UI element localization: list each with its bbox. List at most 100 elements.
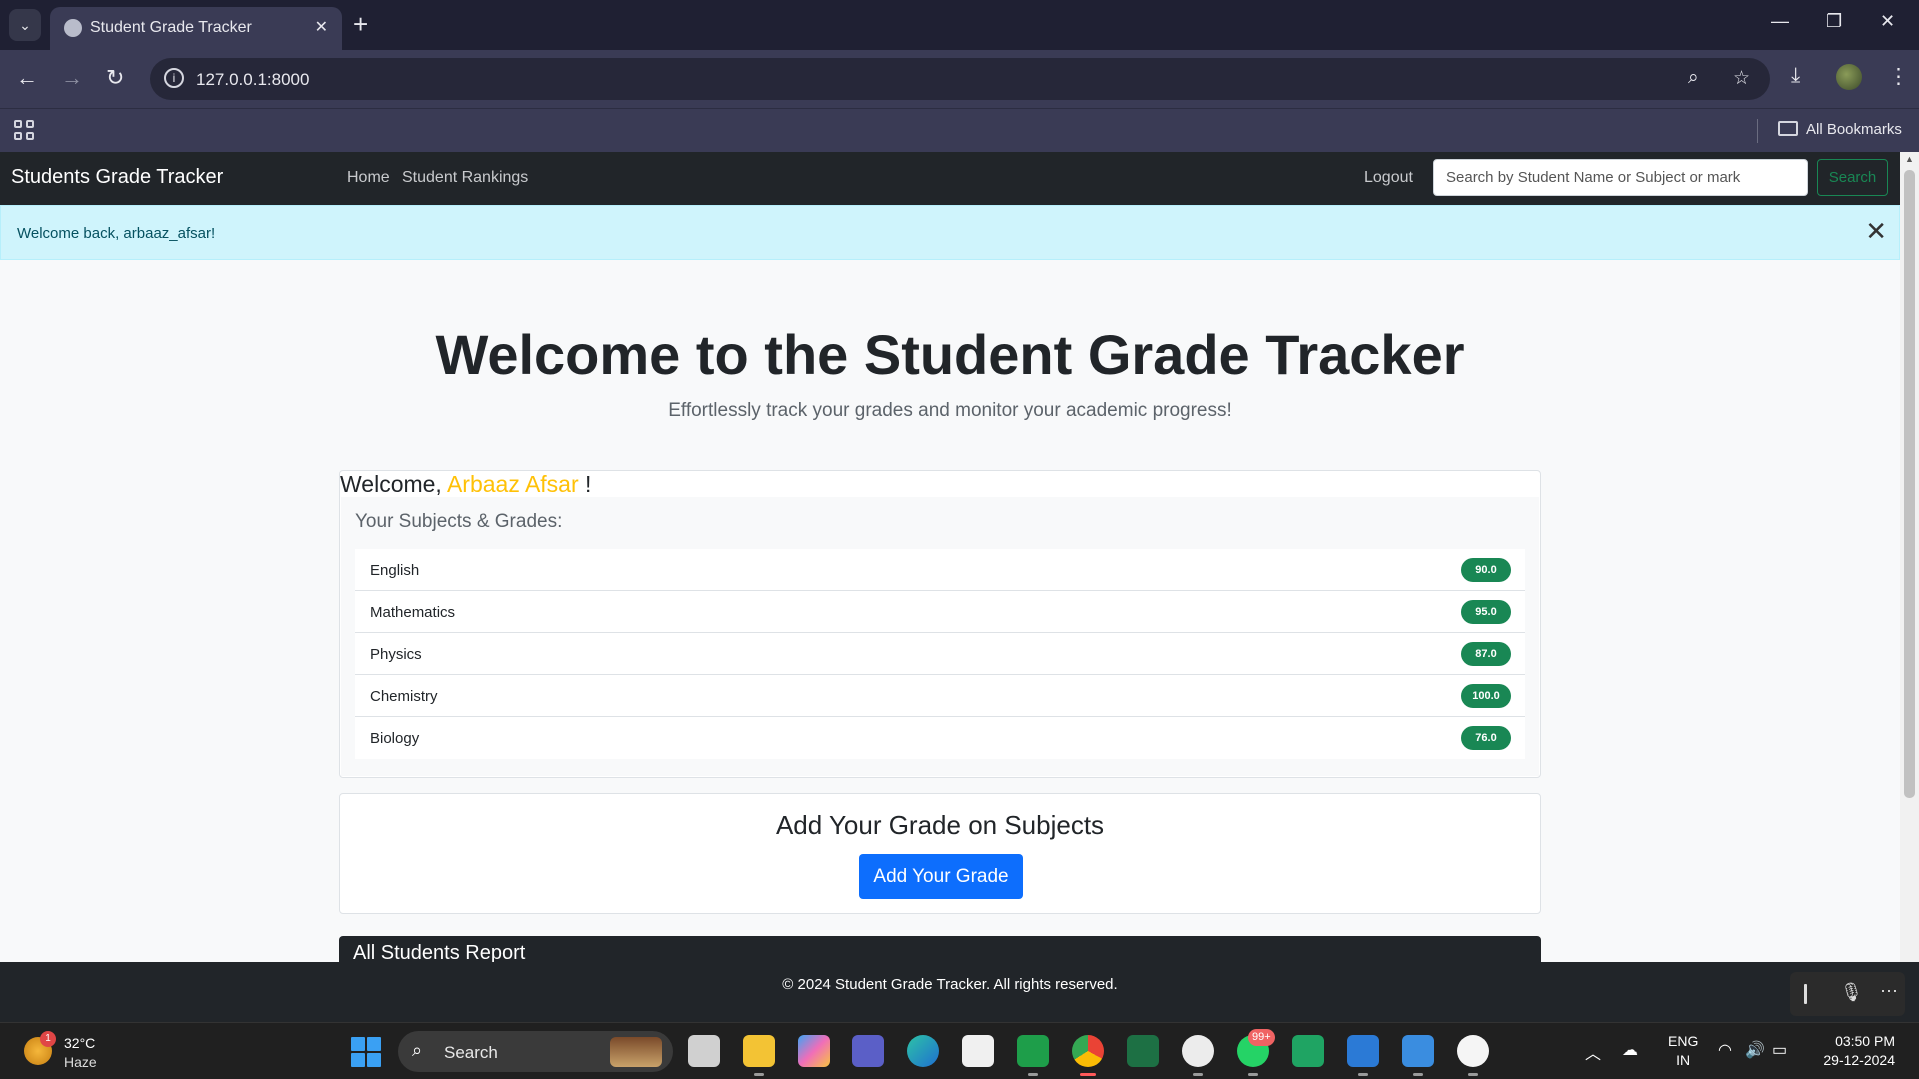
browser-tab-active[interactable]: Student Grade Tracker ✕ <box>50 7 342 50</box>
tab-search-chevron-icon[interactable]: ⌄ <box>9 9 41 41</box>
url-text[interactable]: 127.0.0.1:8000 <box>196 70 309 90</box>
apps-grid-icon[interactable] <box>14 120 34 140</box>
tab-title: Student Grade Tracker <box>90 19 252 36</box>
welcome-alert: Welcome back, arbaaz_afsar! ✕ <box>0 205 1900 260</box>
google-sheets-icon[interactable] <box>1292 1035 1324 1067</box>
app-navbar: Students Grade Tracker Home Student Rank… <box>0 152 1900 205</box>
minimize-icon[interactable]: — <box>1771 11 1789 32</box>
wifi-icon[interactable]: ◠ <box>1718 1040 1732 1060</box>
footer-text: © 2024 Student Grade Tracker. All rights… <box>782 976 1118 993</box>
all-students-report-header: All Students Report <box>339 936 1541 962</box>
scroll-up-arrow-icon[interactable]: ▲ <box>1905 154 1914 164</box>
app-launcher-icon[interactable] <box>1402 1035 1434 1076</box>
new-tab-plus-icon[interactable]: + <box>353 10 368 38</box>
welcome-prefix: Welcome, <box>340 471 442 497</box>
browser-toolbar: ← → ↻ i 127.0.0.1:8000 ⌕ ☆ ⤓ ⋮ <box>0 50 1919 108</box>
subject-name: English <box>370 562 420 579</box>
weather-badge: 1 <box>40 1031 56 1047</box>
add-grade-title: Add Your Grade on Subjects <box>775 810 1105 840</box>
nav-link-student-rankings[interactable]: Student Rankings <box>402 169 528 187</box>
taskbar-search-label: Search <box>444 1043 498 1062</box>
bookmark-star-icon[interactable]: ☆ <box>1733 67 1750 90</box>
microsoft-store-icon[interactable] <box>962 1035 994 1067</box>
grade-badge: 100.0 <box>1461 684 1511 708</box>
bookmarks-divider <box>1757 119 1758 143</box>
zoom-icon[interactable]: ⌕ <box>1688 67 1699 89</box>
grade-row-mathematics: Mathematics 95.0 <box>355 591 1525 633</box>
taskbar-search[interactable]: ⌕ Search <box>398 1031 673 1072</box>
restore-icon[interactable]: ❐ <box>1826 11 1842 32</box>
tab-close-icon[interactable]: ✕ <box>315 17 328 37</box>
alert-message: Welcome back, arbaaz_afsar! <box>17 225 216 242</box>
whatsapp-badge: 99+ <box>1248 1029 1275 1046</box>
onedrive-icon[interactable]: ☁ <box>1622 1040 1638 1060</box>
weather-temp: 32°C <box>64 1035 96 1051</box>
folder-icon <box>1778 121 1798 136</box>
more-dots-icon[interactable]: ⋯ <box>1880 981 1898 1002</box>
page-viewport: Students Grade Tracker Home Student Rank… <box>0 152 1900 962</box>
excel-icon[interactable] <box>1127 1035 1159 1067</box>
windows-start-icon[interactable] <box>351 1037 381 1067</box>
grade-list: English 90.0 Mathematics 95.0 Physics 87… <box>355 549 1525 759</box>
grade-row-english: English 90.0 <box>355 549 1525 591</box>
lang-line2: IN <box>1676 1052 1691 1068</box>
download-icon[interactable]: ⤓ <box>1791 64 1800 88</box>
teams-icon[interactable] <box>852 1035 884 1067</box>
address-bar[interactable]: i 127.0.0.1:8000 ⌕ ☆ <box>150 58 1770 100</box>
copilot-icon[interactable] <box>798 1035 830 1067</box>
all-bookmarks-label: All Bookmarks <box>1806 121 1902 138</box>
edge-icon[interactable] <box>907 1035 939 1067</box>
grades-card: Welcome, Arbaaz Afsar ! Your Subjects & … <box>339 470 1541 778</box>
back-arrow-icon[interactable]: ← <box>16 65 38 91</box>
chatgpt-icon[interactable] <box>1182 1035 1214 1076</box>
student-name: Arbaaz Afsar <box>446 471 579 497</box>
nav-link-home[interactable]: Home <box>347 169 390 187</box>
all-bookmarks-button[interactable]: All Bookmarks <box>1778 121 1902 138</box>
battery-icon[interactable]: ▭ <box>1772 1040 1787 1060</box>
file-explorer-icon[interactable] <box>743 1035 775 1076</box>
search-highlight-image <box>610 1037 662 1067</box>
grade-badge: 95.0 <box>1461 600 1511 624</box>
weather-condition: Haze <box>64 1054 97 1070</box>
forward-arrow-icon[interactable]: → <box>61 65 83 91</box>
tray-chevron-up-icon[interactable]: ︿ <box>1585 1040 1601 1064</box>
language-indicator[interactable]: ENG IN <box>1668 1032 1698 1070</box>
github-icon[interactable] <box>1457 1035 1489 1076</box>
volume-icon[interactable]: 🔊 <box>1745 1040 1765 1060</box>
grade-badge: 76.0 <box>1461 726 1511 750</box>
drag-handle-icon[interactable] <box>1804 984 1807 1004</box>
window-close-icon[interactable]: ✕ <box>1880 11 1895 32</box>
lang-line1: ENG <box>1668 1033 1699 1049</box>
add-grade-button[interactable]: Add Your Grade <box>859 854 1023 899</box>
voice-access-pill[interactable]: 🎙 ⋯ <box>1790 972 1905 1016</box>
browser-menu-icon[interactable]: ⋮ <box>1888 64 1909 89</box>
subject-name: Biology <box>370 730 420 747</box>
student-welcome: Welcome, Arbaaz Afsar ! <box>340 471 591 498</box>
search-button[interactable]: Search <box>1817 159 1888 196</box>
system-clock[interactable]: 03:50 PM 29-12-2024 <box>1815 1032 1895 1070</box>
google-classroom-icon[interactable] <box>1017 1035 1049 1076</box>
clock-date: 29-12-2024 <box>1823 1052 1895 1068</box>
task-view-icon[interactable] <box>688 1035 720 1067</box>
subject-name: Chemistry <box>370 688 438 705</box>
microphone-icon[interactable]: 🎙 <box>1840 982 1863 1003</box>
profile-avatar[interactable] <box>1836 64 1862 90</box>
grades-body: Your Subjects & Grades: English 90.0 Mat… <box>341 497 1539 776</box>
scrollbar-thumb[interactable] <box>1904 170 1915 798</box>
alert-close-icon[interactable]: ✕ <box>1865 218 1887 244</box>
clock-time: 03:50 PM <box>1835 1033 1895 1049</box>
search-input[interactable] <box>1433 159 1808 196</box>
site-info-icon[interactable]: i <box>164 68 184 88</box>
subject-name: Mathematics <box>370 604 456 621</box>
page-scrollbar[interactable]: ▲ <box>1900 152 1919 962</box>
grade-row-physics: Physics 87.0 <box>355 633 1525 675</box>
search-icon: ⌕ <box>412 1040 423 1060</box>
chrome-icon[interactable] <box>1072 1035 1104 1076</box>
add-grade-card: Add Your Grade on Subjects Add Your Grad… <box>339 793 1541 914</box>
bookmarks-bar: All Bookmarks <box>0 108 1919 152</box>
vscode-icon[interactable] <box>1347 1035 1379 1076</box>
logout-link[interactable]: Logout <box>1364 169 1413 187</box>
navbar-brand[interactable]: Students Grade Tracker <box>11 166 223 189</box>
globe-icon <box>64 19 82 37</box>
reload-icon[interactable]: ↻ <box>106 65 124 91</box>
